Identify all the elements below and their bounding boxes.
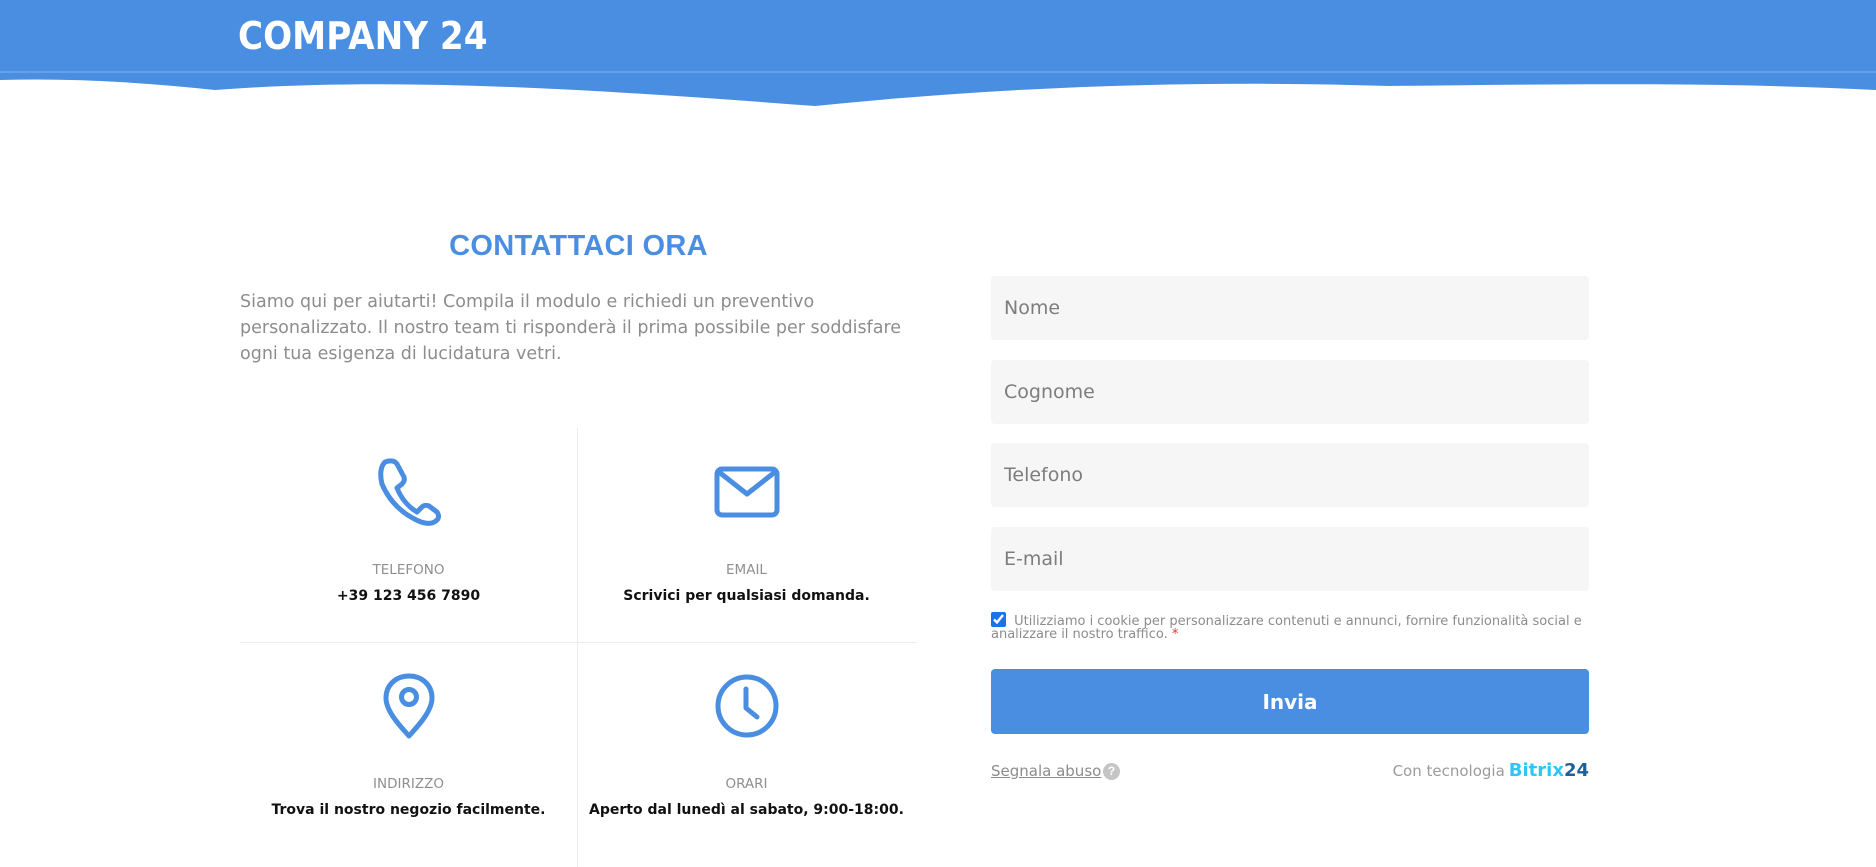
first-name-field[interactable] [991,276,1589,340]
contact-info-section: CONTATTACI ORA Siamo qui per aiutarti! C… [240,230,917,367]
company-logo[interactable]: COMPANY 24 [238,14,487,58]
contact-title: CONTATTACI ORA [449,230,708,262]
contact-label: TELEFONO [372,562,445,578]
contact-grid: TELEFONO +39 123 456 7890 EMAIL Scrivici… [240,428,917,867]
bitrix-logo-part2: 24 [1563,760,1589,781]
envelope-icon [714,466,779,518]
contact-value: Aperto dal lunedì al sabato, 9:00-18:00. [589,802,904,818]
map-pin-icon [383,673,434,739]
grid-divider-horizontal [240,642,917,643]
contact-value: Trova il nostro negozio facilmente. [271,802,546,818]
contact-item-address: INDIRIZZO Trova il nostro negozio facilm… [240,672,577,818]
powered-by-text: Con tecnologia [1392,762,1505,780]
last-name-field[interactable] [991,360,1589,424]
help-icon[interactable]: ? [1103,763,1120,780]
contact-item-phone: TELEFONO +39 123 456 7890 [240,458,577,604]
email-field[interactable] [991,527,1589,591]
contact-label: ORARI [725,776,768,792]
phone-field[interactable] [991,443,1589,507]
contact-description: Siamo qui per aiutarti! Compila il modul… [240,292,902,364]
consent-text: Utilizziamo i cookie per personalizzare … [991,614,1582,642]
submit-button[interactable]: Invia [991,669,1589,734]
required-mark: * [1171,627,1179,642]
contact-label: INDIRIZZO [373,776,444,792]
contact-value: +39 123 456 7890 [336,588,481,604]
contact-item-hours: ORARI Aperto dal lunedì al sabato, 9:00-… [578,672,915,818]
contact-value: Scrivici per qualsiasi domanda. [623,588,870,604]
phone-icon [377,458,441,526]
bitrix-logo-part1: Bitrix [1508,760,1564,781]
consent-checkbox[interactable] [991,612,1006,627]
report-abuse-link[interactable]: Segnala abuso [991,762,1101,780]
clock-icon [715,674,778,738]
contact-item-email: EMAIL Scrivici per qualsiasi domanda. [578,466,915,604]
form-footer: Segnala abuso ? Con tecnologia Bitrix24 [991,760,1589,784]
contact-label: EMAIL [726,562,767,578]
site-header: COMPANY 24 [0,0,1876,110]
powered-by[interactable]: Con tecnologia Bitrix24 [1393,760,1589,781]
contact-form: Utilizziamo i cookie per personalizzare … [991,276,1589,781]
cookie-consent: Utilizziamo i cookie per personalizzare … [991,612,1589,641]
